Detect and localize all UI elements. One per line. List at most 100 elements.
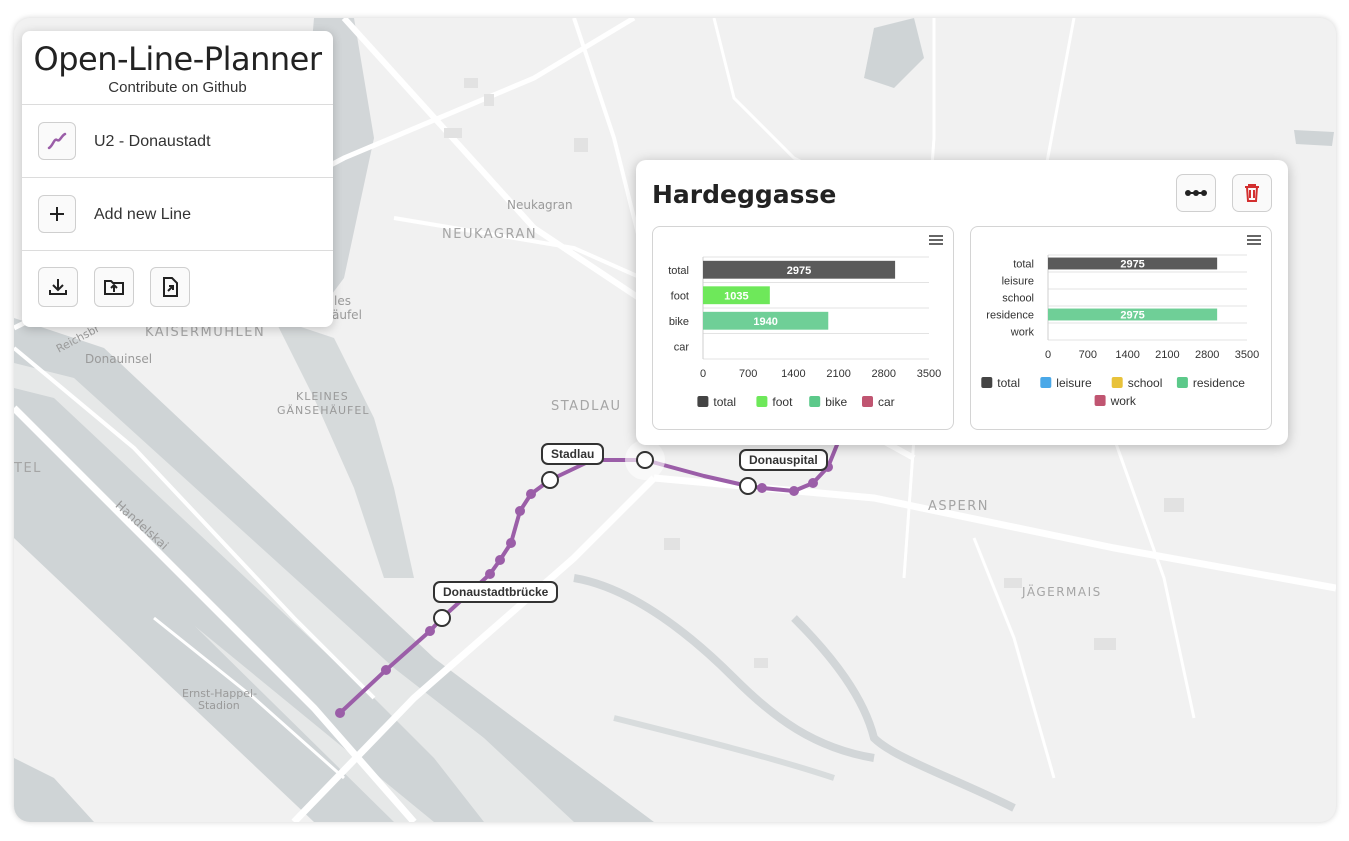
map-label: äufel bbox=[332, 308, 362, 322]
category-label: leisure bbox=[1002, 276, 1034, 288]
data-label: 2975 bbox=[1120, 310, 1144, 322]
legend-swatch bbox=[862, 396, 873, 407]
menu-bar bbox=[1247, 235, 1261, 237]
map-label: TEL bbox=[14, 461, 42, 476]
legend-item: school bbox=[1128, 376, 1163, 390]
modal-split-chart: total 2975 foot 1035 bike 1940 car 0 700 1400 2100… bbox=[652, 226, 954, 430]
line-item-label[interactable]: U2 - Donaustadt bbox=[94, 133, 211, 151]
legend-swatch bbox=[1111, 377, 1123, 388]
sidebar-panel: Open-Line-Planner Contribute on Github U… bbox=[22, 31, 333, 327]
map-label: NEUKAGRAN bbox=[442, 227, 538, 242]
category-label: car bbox=[674, 341, 690, 353]
line-route-icon[interactable] bbox=[38, 122, 76, 160]
data-label: 1940 bbox=[753, 316, 777, 328]
station-marker-donauspital[interactable] bbox=[739, 477, 757, 495]
category-label: total bbox=[1013, 259, 1034, 271]
tick-label: 3500 bbox=[1235, 349, 1259, 361]
legend-item: total bbox=[997, 376, 1020, 390]
legend-item: work bbox=[1110, 394, 1137, 408]
route-vertex[interactable] bbox=[425, 626, 435, 636]
legend-swatch bbox=[1040, 377, 1052, 388]
menu-bar bbox=[929, 243, 943, 245]
route-vertex[interactable] bbox=[335, 708, 345, 718]
map-label: Neukagran bbox=[507, 198, 573, 212]
tick-label: 2800 bbox=[1195, 349, 1219, 361]
plus-icon[interactable] bbox=[38, 195, 76, 233]
data-label: 2975 bbox=[787, 265, 811, 277]
tick-label: 2800 bbox=[872, 368, 896, 380]
category-label: school bbox=[1002, 293, 1034, 305]
trash-icon[interactable] bbox=[1232, 174, 1272, 212]
category-label: bike bbox=[669, 316, 689, 328]
tick-label: 2100 bbox=[1155, 349, 1179, 361]
station-label-donauspital[interactable]: Donauspital bbox=[739, 449, 828, 471]
folder-upload-icon[interactable] bbox=[94, 267, 134, 307]
station-marker-stadlau[interactable] bbox=[541, 471, 559, 489]
download-icon[interactable] bbox=[38, 267, 78, 307]
legend-item: car bbox=[878, 395, 895, 409]
legend-item: bike bbox=[825, 395, 847, 409]
map-label: ASPERN bbox=[928, 499, 989, 514]
menu-bar bbox=[1247, 243, 1261, 245]
route-vertex[interactable] bbox=[485, 569, 495, 579]
route-vertex[interactable] bbox=[757, 483, 767, 493]
route-vertex[interactable] bbox=[789, 486, 799, 496]
route-vertex[interactable] bbox=[526, 489, 536, 499]
station-label-donaustadtbruecke[interactable]: Donaustadtbrücke bbox=[433, 581, 559, 603]
category-label: work bbox=[1010, 327, 1035, 339]
map-label: JÄGERMAIS bbox=[1022, 585, 1102, 599]
map-label: Donauinsel bbox=[85, 352, 153, 366]
map-label: KAISERMÜHLEN bbox=[145, 325, 266, 340]
station-marker-hardeggasse[interactable] bbox=[636, 451, 654, 469]
github-link[interactable]: Contribute on Github bbox=[22, 79, 333, 96]
data-label: 2975 bbox=[1120, 259, 1144, 271]
route-vertex[interactable] bbox=[515, 506, 525, 516]
legend-item: foot bbox=[772, 395, 793, 409]
map-label: KLEINES bbox=[296, 390, 349, 403]
station-popup: Hardeggasse total 2975 foot 1035 bike 1940 car… bbox=[636, 160, 1288, 445]
legend-swatch bbox=[981, 377, 993, 388]
purpose-chart: total 2975 leisure school residence 2975 work 0… bbox=[970, 226, 1272, 430]
menu-bar bbox=[929, 235, 943, 237]
file-export-icon[interactable] bbox=[150, 267, 190, 307]
route-stops-icon[interactable] bbox=[1176, 174, 1216, 212]
add-line-row[interactable]: Add new Line bbox=[22, 177, 333, 251]
tick-label: 1400 bbox=[781, 368, 805, 380]
legend-swatch bbox=[1176, 377, 1188, 388]
legend-swatch bbox=[1094, 395, 1106, 406]
popup-title: Hardeggasse bbox=[652, 180, 837, 209]
category-label: total bbox=[668, 265, 689, 277]
legend-swatch bbox=[697, 396, 709, 407]
route-vertex[interactable] bbox=[506, 538, 516, 548]
data-label: 1035 bbox=[724, 290, 748, 302]
legend-item: total bbox=[713, 395, 736, 409]
map-label: STADLAU bbox=[551, 399, 622, 414]
legend-swatch bbox=[809, 396, 821, 407]
tick-label: 0 bbox=[1045, 349, 1051, 361]
add-line-label[interactable]: Add new Line bbox=[94, 206, 191, 224]
route-vertex[interactable] bbox=[495, 555, 505, 565]
tick-label: 1400 bbox=[1115, 349, 1139, 361]
chart-menu-icon[interactable] bbox=[1247, 235, 1261, 245]
station-marker-donaustadtbruecke[interactable] bbox=[433, 609, 451, 627]
map-label: les bbox=[334, 294, 351, 308]
legend-swatch bbox=[756, 396, 768, 407]
map-label: GÄNSEHÄUFEL bbox=[277, 404, 370, 417]
menu-bar bbox=[1247, 239, 1261, 241]
legend-item: leisure bbox=[1056, 376, 1092, 390]
tick-label: 700 bbox=[739, 368, 757, 380]
chart-menu-icon[interactable] bbox=[929, 235, 943, 245]
app-title: Open-Line-Planner bbox=[33, 40, 322, 78]
tick-label: 2100 bbox=[826, 368, 850, 380]
actions-divider bbox=[22, 250, 333, 251]
line-item[interactable]: U2 - Donaustadt bbox=[22, 104, 333, 178]
station-label-stadlau[interactable]: Stadlau bbox=[541, 443, 605, 465]
map-label: Stadion bbox=[198, 699, 240, 712]
menu-bar bbox=[929, 239, 943, 241]
route-vertex[interactable] bbox=[381, 665, 391, 675]
legend-item: residence bbox=[1193, 376, 1245, 390]
purpose-chart-svg: total 2975 leisure school residence 2975 work 0… bbox=[981, 235, 1261, 408]
category-label: residence bbox=[986, 310, 1034, 322]
route-vertex[interactable] bbox=[808, 478, 818, 488]
tick-label: 700 bbox=[1079, 349, 1097, 361]
